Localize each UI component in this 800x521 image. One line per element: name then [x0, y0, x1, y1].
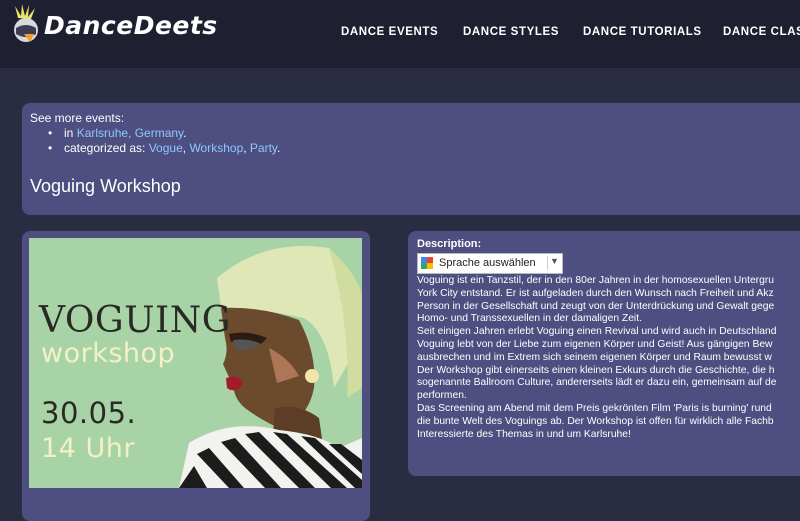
description-line: Der Workshop gibt einerseits einen klein… — [417, 364, 775, 376]
location-link[interactable]: Karlsruhe, Germany — [77, 126, 183, 140]
nav-dance-events[interactable]: DANCE EVENTS — [341, 26, 438, 38]
description-line: die bunte Welt des Voguings ab. Der Work… — [417, 415, 774, 427]
category-prefix: categorized as: — [64, 141, 149, 155]
description-line: Homo- und Transsexuellen in der damalige… — [417, 313, 642, 325]
description-panel: Description: Sprache auswählen ▼ Voguing… — [408, 231, 800, 476]
event-poster[interactable]: VOGUING workshop 30.05. 14 Uhr — [29, 238, 362, 488]
poster-date: 30.05. — [41, 396, 137, 430]
nav-dance-tutorials[interactable]: DANCE TUTORIALS — [583, 26, 702, 38]
category-link-party[interactable]: Party — [250, 141, 277, 155]
description-line: ausbrechen und im Extrem sich seinem eig… — [417, 351, 772, 363]
poster-subtitle: workshop — [41, 338, 176, 369]
category-separator: , — [243, 141, 250, 155]
description-line: Seit einigen Jahren erlebt Voguing einen… — [417, 326, 777, 338]
event-info-panel: See more events: in Karlsruhe, Germany. … — [22, 103, 800, 215]
site-header: DanceDeets DANCE EVENTS DANCE STYLES DAN… — [0, 0, 800, 68]
dropdown-arrow-icon: ▼ — [550, 256, 559, 266]
translate-separator — [547, 256, 548, 270]
see-more-list: in Karlsruhe, Germany. categorized as: V… — [48, 126, 280, 156]
poster-time: 14 Uhr — [41, 433, 135, 464]
poster-title: VOGUING — [39, 300, 231, 341]
description-line: York City entstand. Er ist aufgeladen du… — [417, 287, 774, 299]
google-translate-icon — [421, 257, 433, 269]
description-line: Interessierte des Themas in und um Karls… — [417, 428, 631, 440]
event-image-panel: VOGUING workshop 30.05. 14 Uhr — [22, 231, 370, 521]
category-link-workshop[interactable]: Workshop — [189, 141, 243, 155]
translate-label: Sprache auswählen — [439, 257, 536, 269]
category-suffix: . — [277, 141, 281, 155]
see-more-location: in Karlsruhe, Germany. — [48, 126, 280, 141]
description-line: Voguing lebt von der Liebe zum eigenen K… — [417, 338, 773, 350]
location-suffix: . — [183, 126, 187, 140]
event-title: Voguing Workshop — [30, 176, 181, 196]
see-more-categories: categorized as: Vogue, Workshop, Party. — [48, 141, 280, 156]
category-link-vogue[interactable]: Vogue — [149, 141, 183, 155]
description-line: Voguing ist ein Tanzstil, der in den 80e… — [417, 275, 774, 286]
nav-dance-styles[interactable]: DANCE STYLES — [463, 26, 559, 38]
see-more-label: See more events: — [30, 111, 125, 125]
description-text: Voguing ist ein Tanzstil, der in den 80e… — [417, 275, 800, 441]
nav-dance-classes[interactable]: DANCE CLASS — [723, 26, 800, 38]
description-line: Das Screening am Abend mit dem Preis gek… — [417, 402, 772, 414]
description-line: Person in der Gesellschaft und zeugt von… — [417, 300, 775, 312]
location-prefix: in — [64, 126, 77, 140]
description-label: Description: — [417, 238, 482, 250]
main-nav: DANCE EVENTS DANCE STYLES DANCE TUTORIAL… — [0, 26, 800, 42]
translate-language-select[interactable]: Sprache auswählen ▼ — [417, 253, 563, 274]
description-line: performen. — [417, 390, 467, 402]
description-line: sogenannte Ballroom Culture, andererseit… — [417, 377, 777, 389]
